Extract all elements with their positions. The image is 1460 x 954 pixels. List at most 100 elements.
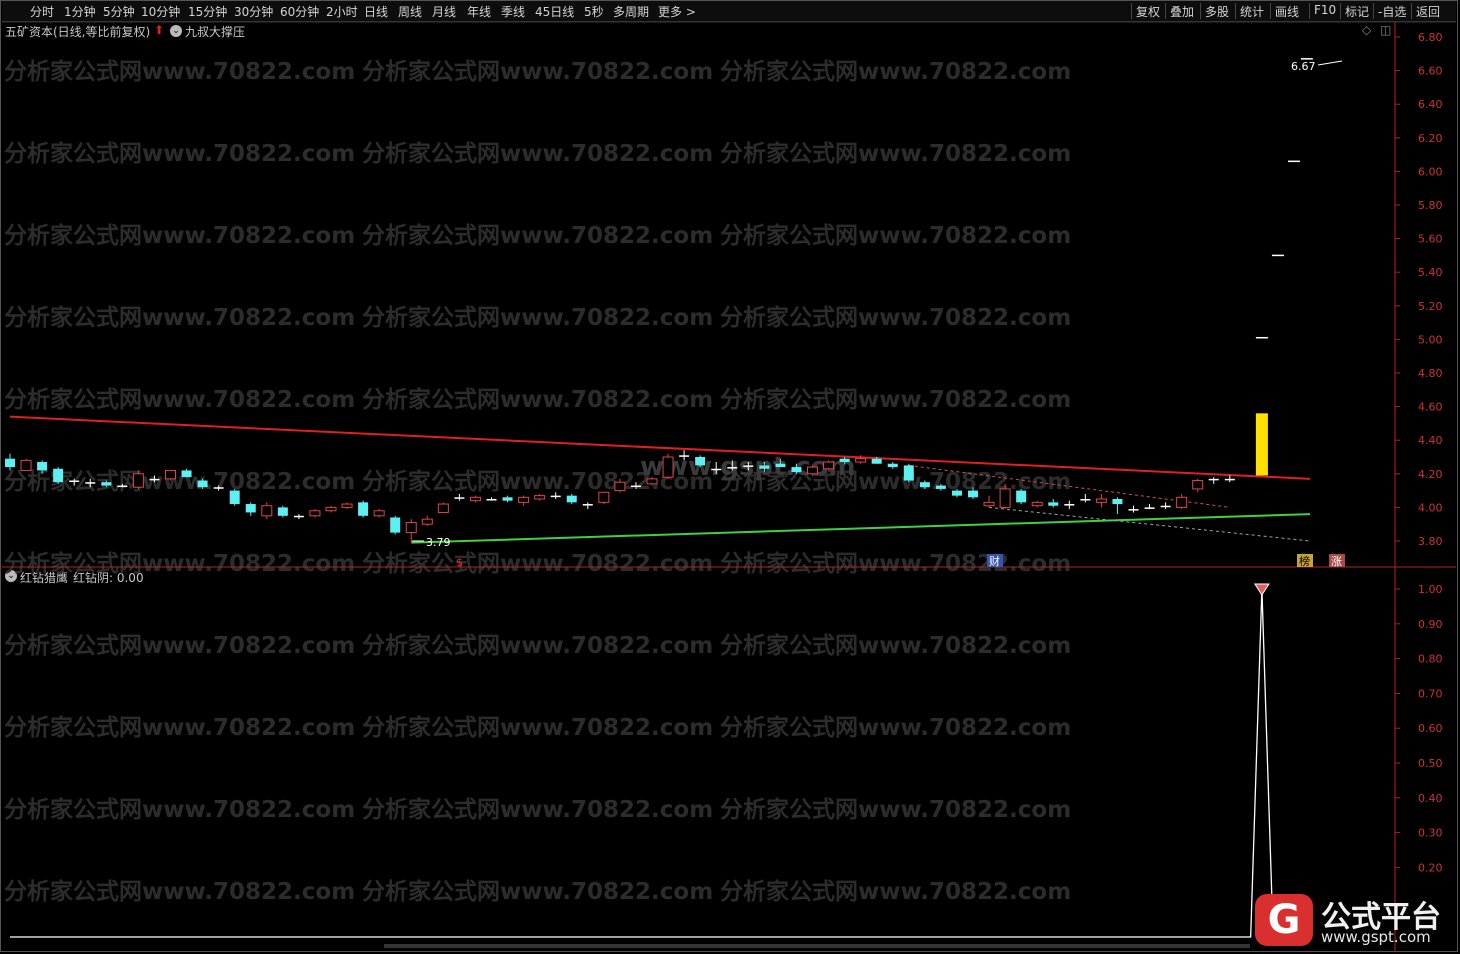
- candle-doji: [1064, 504, 1075, 506]
- candle-up: [855, 458, 867, 463]
- candle-doji: [454, 497, 465, 499]
- price-chart[interactable]: 6.80 6.60 6.40 6.20 6.00 5.80 5.60 5.40 5.20 5.00…: [0, 0, 1460, 954]
- candle-down: [5, 458, 15, 468]
- candle-up: [405, 522, 417, 534]
- s-marker: $: [456, 556, 463, 569]
- candle-down: [181, 470, 192, 478]
- y-tick-label: 4.40: [1418, 434, 1443, 447]
- candle-down: [197, 480, 208, 488]
- candle-doji: [743, 465, 754, 467]
- candle-down: [1048, 502, 1059, 506]
- y-tick-label: 5.00: [1418, 333, 1443, 346]
- candle-up: [469, 496, 481, 502]
- candle-doji: [1128, 509, 1139, 511]
- candle-up: [1031, 501, 1043, 507]
- candle-down: [919, 482, 930, 488]
- candle-up: [373, 510, 385, 517]
- y-tick-label: 5.60: [1418, 233, 1443, 246]
- sub-y-tick-label: 0.60: [1418, 722, 1443, 735]
- y-tick-label: 5.80: [1418, 199, 1443, 212]
- candle-down: [502, 497, 513, 501]
- candle-doji: [727, 467, 738, 469]
- y-tick-label: 6.40: [1418, 98, 1443, 111]
- y-tick-label: 4.80: [1418, 367, 1443, 380]
- candle-up: [132, 473, 144, 488]
- sub-y-tick-label: 0.30: [1418, 827, 1443, 840]
- candle-up: [614, 481, 626, 492]
- high-pointer-line: [1317, 60, 1343, 66]
- y-tick-label: 4.20: [1418, 468, 1443, 481]
- sub-y-tick-label: 0.40: [1418, 792, 1443, 805]
- candle-down: [53, 468, 64, 483]
- dashed-lower-line: [988, 506, 1311, 542]
- candle-doji: [550, 495, 561, 498]
- sub-y-tick-label: 0.80: [1418, 653, 1443, 666]
- candle-up: [325, 506, 337, 512]
- candle-doji: [711, 468, 722, 471]
- candle-up: [309, 510, 321, 517]
- candle-doji: [486, 499, 497, 501]
- candle-up: [341, 503, 353, 508]
- red-diamond-icon: [1253, 583, 1270, 596]
- candle-down: [37, 462, 48, 471]
- candle-down: [229, 490, 240, 505]
- candle-down: [887, 463, 898, 468]
- candle-up: [598, 491, 610, 503]
- candle-up: [1192, 480, 1204, 490]
- candle-down: [1016, 490, 1027, 503]
- candle-up: [999, 488, 1011, 508]
- candle-down: [245, 504, 256, 513]
- candle-down: [968, 490, 978, 498]
- candle-up: [534, 495, 546, 500]
- candle-down: [358, 502, 369, 516]
- candle-down: [871, 458, 882, 464]
- candle-doji: [213, 487, 224, 489]
- candle-up: [421, 518, 433, 525]
- zhang-marker: 涨: [1331, 555, 1342, 568]
- candle-doji: [117, 485, 128, 488]
- candle-up: [983, 501, 995, 507]
- sub-y-tick-label: 0.70: [1418, 687, 1443, 700]
- y-tick-label: 5.20: [1418, 300, 1443, 313]
- candle-doji: [1160, 505, 1171, 508]
- candle-down: [935, 485, 946, 489]
- candle-doji: [1208, 478, 1219, 481]
- y-tick-label: 4.00: [1418, 501, 1443, 514]
- candle-doji: [582, 504, 593, 506]
- candle-up: [662, 456, 674, 478]
- candle-up: [1176, 496, 1188, 508]
- candle-doji: [1080, 499, 1091, 501]
- y-tick-label: 5.40: [1418, 266, 1443, 279]
- candle-doji: [85, 482, 96, 484]
- y-tick-label: 4.60: [1418, 401, 1443, 414]
- candle-down: [1112, 499, 1123, 505]
- candle-down: [101, 482, 112, 486]
- sub-y-tick-label: 0.90: [1418, 618, 1443, 631]
- candle-doji: [293, 515, 304, 518]
- candle-down: [759, 465, 770, 469]
- candle-down: [791, 467, 802, 473]
- candle-down: [839, 458, 850, 463]
- candle-up: [20, 459, 32, 471]
- candle-down: [775, 463, 786, 468]
- candle-doji: [69, 480, 80, 483]
- candle-up: [807, 466, 818, 475]
- bang-marker: 榜: [1299, 554, 1310, 568]
- y-tick-label: 6.60: [1418, 65, 1443, 78]
- low-label: 3.79: [426, 536, 451, 549]
- gspt-logo: G 公式平台 www.gspt.com: [1255, 890, 1455, 948]
- candle-doji: [630, 485, 641, 488]
- high-label: 6.67: [1291, 60, 1316, 73]
- candle-down: [903, 465, 914, 481]
- yellow-bar: [1255, 413, 1268, 476]
- red-diamond-line: [10, 588, 1274, 938]
- candle-up: [437, 503, 449, 513]
- sub-y-tick-label: 0.50: [1418, 757, 1443, 770]
- y-tick-label: 6.80: [1418, 31, 1443, 44]
- candle-up: [1095, 498, 1107, 503]
- candle-doji: [1224, 478, 1235, 481]
- sub-y-tick-label: 1.00: [1418, 583, 1443, 596]
- candle-doji: [679, 455, 690, 457]
- y-tick-label: 6.00: [1418, 165, 1443, 178]
- candle-down: [566, 495, 577, 503]
